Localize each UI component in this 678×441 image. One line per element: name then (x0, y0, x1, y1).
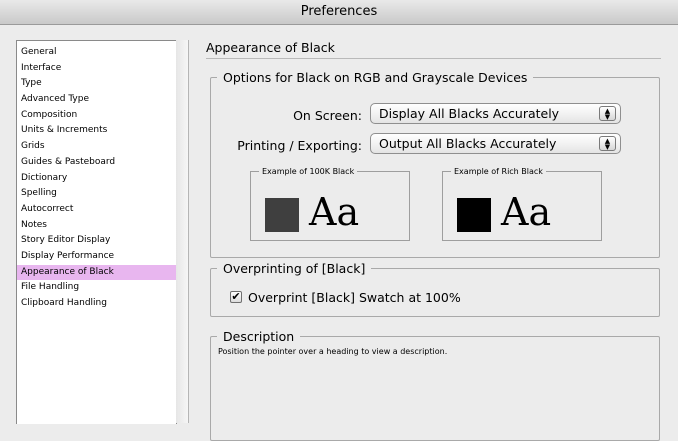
on-screen-select[interactable]: Display All Blacks Accurately ▲ ▼ (370, 103, 621, 124)
sidebar-item-grids[interactable]: Grids (17, 139, 176, 155)
example-100k-black: Example of 100K Black Aa (250, 167, 410, 241)
on-screen-value: Display All Blacks Accurately (379, 106, 560, 121)
overprinting-group: Overprinting of [Black] (210, 261, 660, 317)
updown-arrows-icon: ▲ ▼ (599, 136, 616, 151)
description-group-legend: Description (223, 329, 295, 344)
sidebar-item-autocorrect[interactable]: Autocorrect (17, 202, 176, 218)
checkmark-icon: ✔ (231, 290, 241, 303)
description-group: Description (210, 329, 660, 441)
example-rich-legend: Example of Rich Black (454, 167, 543, 176)
window-title: Preferences (300, 4, 378, 19)
printing-exporting-label: Printing / Exporting: (237, 138, 362, 153)
on-screen-label: On Screen: (293, 108, 362, 123)
title-divider (206, 58, 661, 59)
description-text: Position the pointer over a heading to v… (218, 347, 448, 356)
rich-black-swatch (457, 198, 491, 232)
options-group-legend: Options for Black on RGB and Grayscale D… (223, 70, 528, 85)
sidebar-item-notes[interactable]: Notes (17, 218, 176, 234)
window-title-bar: Preferences (0, 0, 678, 25)
sidebar-item-composition[interactable]: Composition (17, 108, 176, 124)
overprint-black-label[interactable]: Overprint [Black] Swatch at 100% (248, 290, 461, 305)
100k-sample-text: Aa (309, 190, 360, 234)
example-rich-black: Example of Rich Black Aa (442, 167, 602, 241)
sidebar-list: General Interface Type Advanced Type Com… (17, 41, 176, 312)
sidebar-item-general[interactable]: General (17, 45, 176, 61)
sidebar-item-story-editor-display[interactable]: Story Editor Display (17, 233, 176, 249)
sidebar-item-dictionary[interactable]: Dictionary (17, 171, 176, 187)
sidebar-item-units-increments[interactable]: Units & Increments (17, 123, 176, 139)
overprinting-group-legend: Overprinting of [Black] (223, 261, 366, 276)
preferences-panel: Appearance of Black Options for Black on… (206, 40, 666, 441)
sidebar-item-appearance-of-black[interactable]: Appearance of Black (17, 264, 176, 281)
sidebar-item-file-handling[interactable]: File Handling (17, 280, 176, 296)
rich-sample-text: Aa (501, 190, 552, 234)
sidebar-item-advanced-type[interactable]: Advanced Type (17, 92, 176, 108)
sidebar-item-spelling[interactable]: Spelling (17, 186, 176, 202)
sidebar-item-clipboard-handling[interactable]: Clipboard Handling (17, 296, 176, 312)
sidebar-item-guides-pasteboard[interactable]: Guides & Pasteboard (17, 155, 176, 171)
printing-exporting-select[interactable]: Output All Blacks Accurately ▲ ▼ (370, 133, 621, 154)
sidebar-item-display-performance[interactable]: Display Performance (17, 249, 176, 265)
preferences-sidebar: General Interface Type Advanced Type Com… (16, 40, 177, 424)
sidebar-item-type[interactable]: Type (17, 76, 176, 92)
100k-black-swatch (265, 198, 299, 232)
updown-arrows-icon: ▲ ▼ (599, 106, 616, 121)
sidebar-scrollbar[interactable] (176, 40, 189, 423)
sidebar-item-interface[interactable]: Interface (17, 61, 176, 77)
panel-title: Appearance of Black (206, 40, 335, 55)
overprint-black-checkbox[interactable]: ✔ (230, 291, 242, 303)
example-100k-legend: Example of 100K Black (262, 167, 355, 176)
printing-exporting-value: Output All Blacks Accurately (379, 136, 557, 151)
